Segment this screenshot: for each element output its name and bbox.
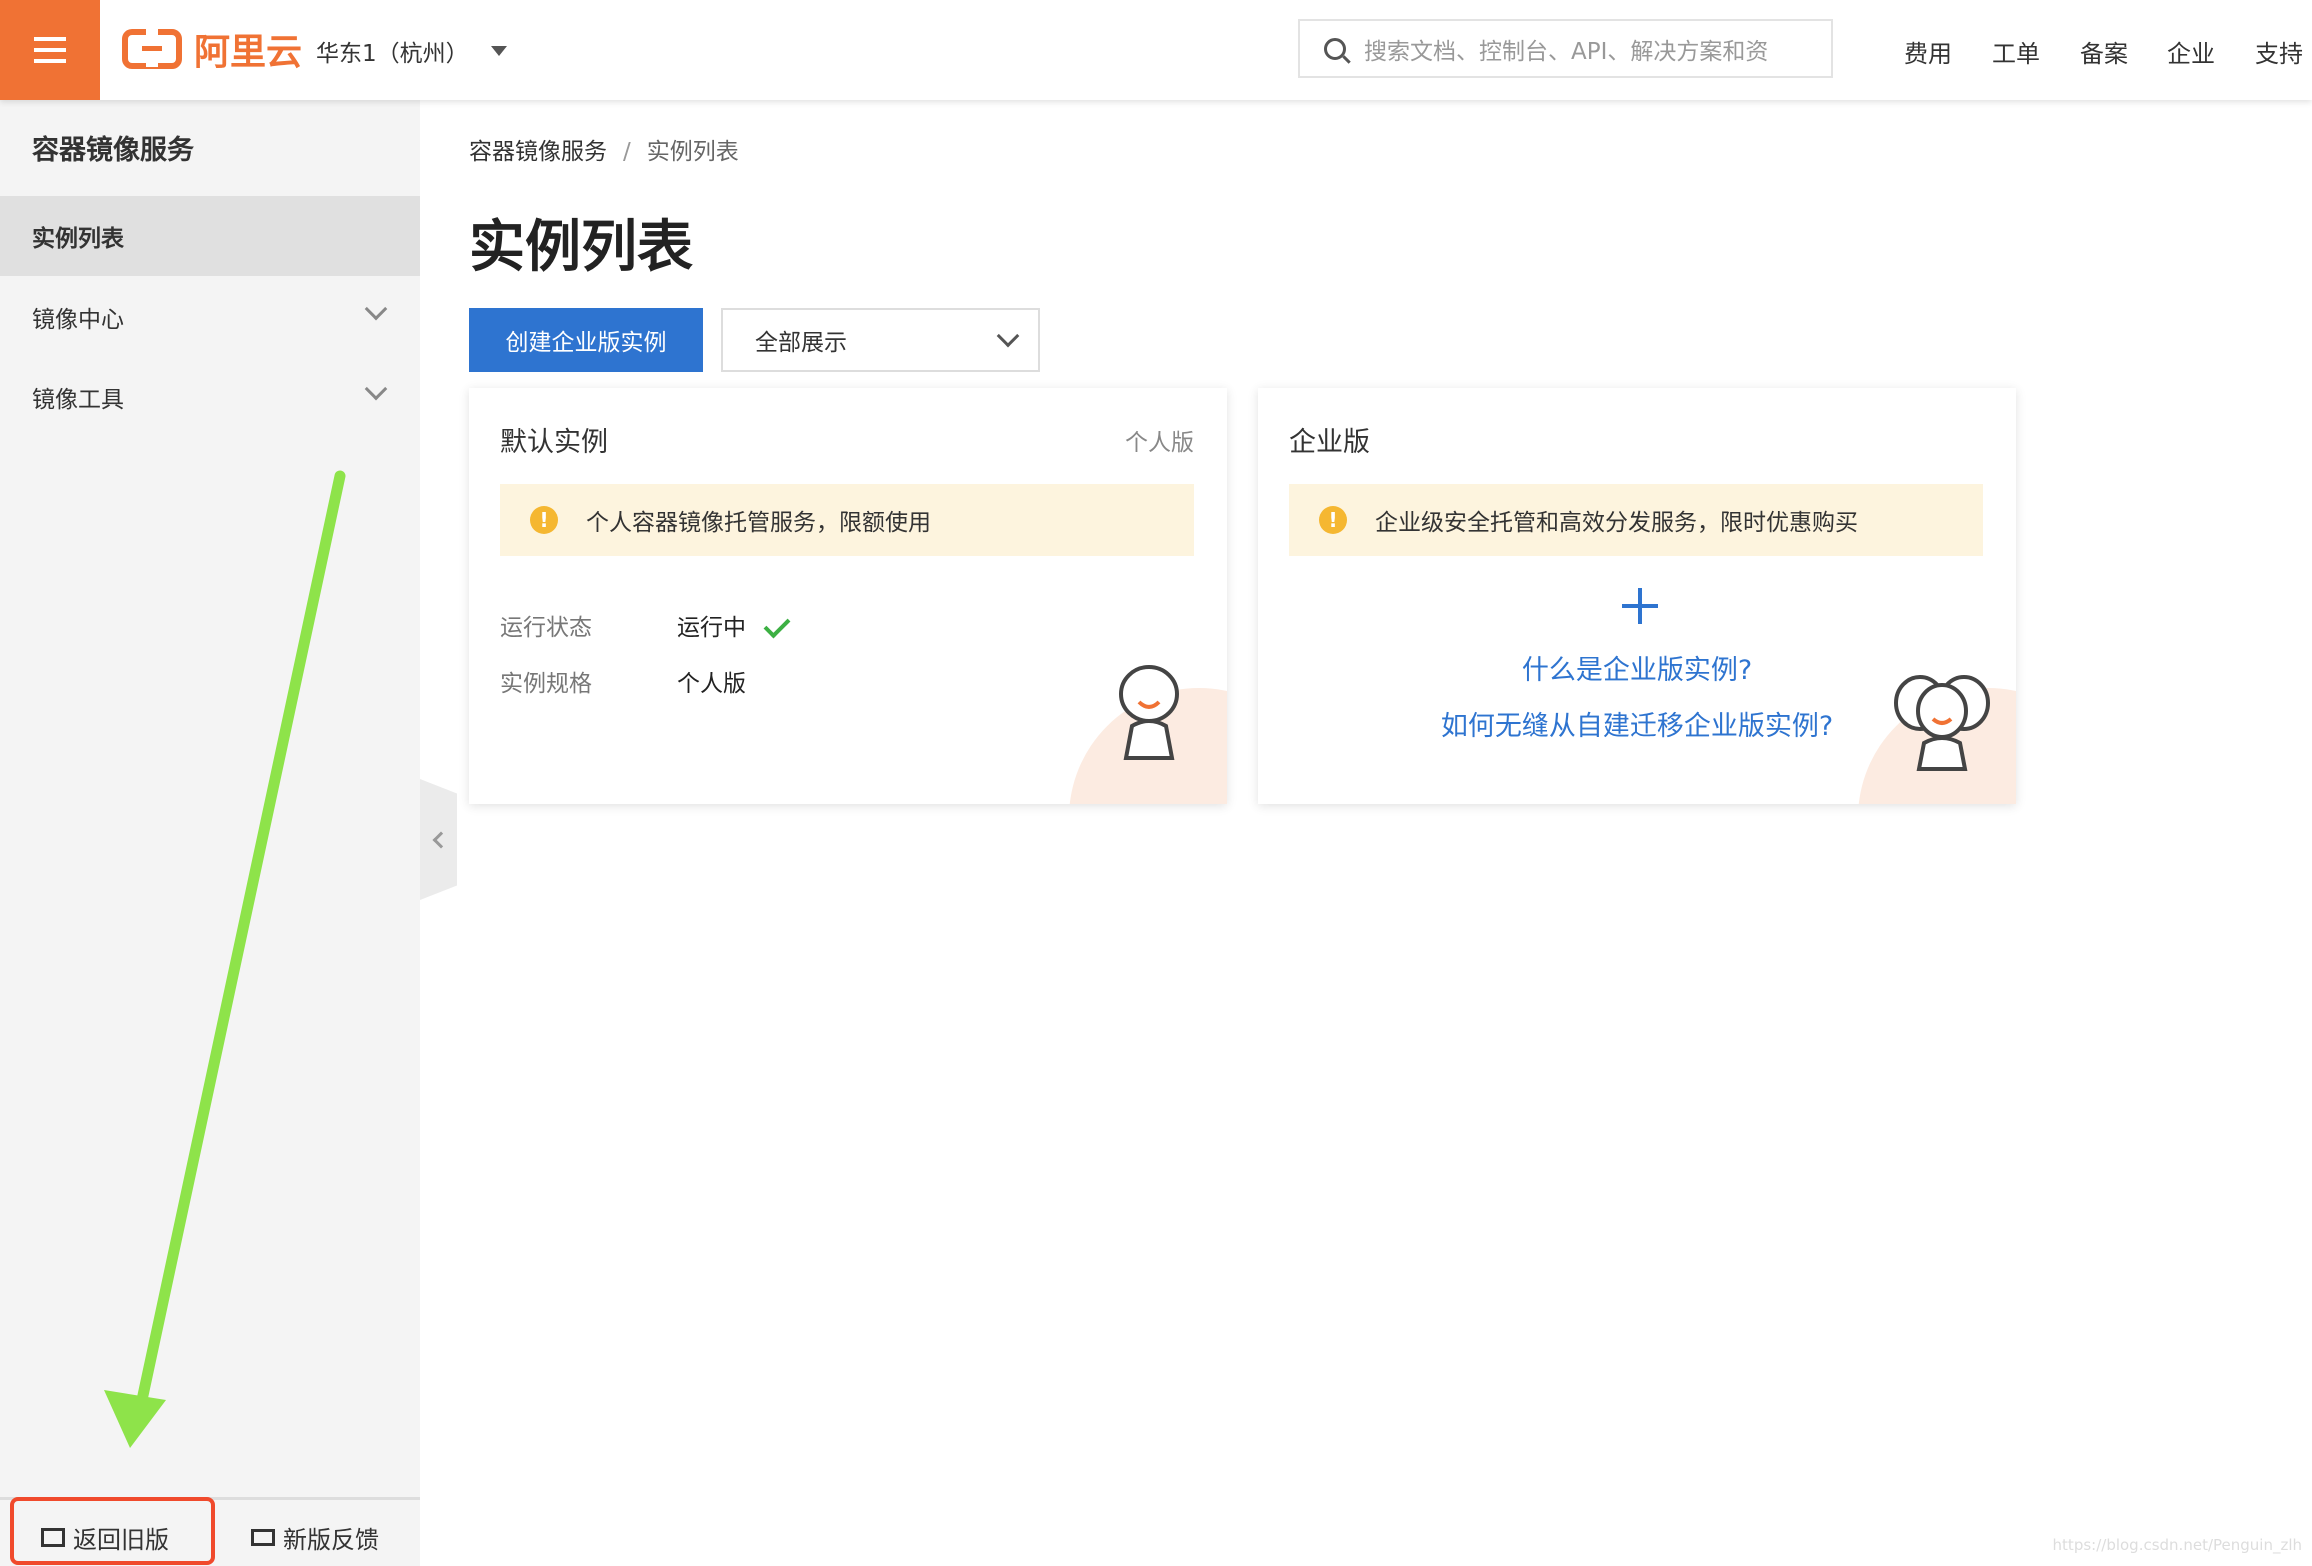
nav-filing[interactable]: 备案: [2080, 34, 2128, 69]
chevron-down-icon: [996, 324, 1020, 348]
breadcrumb-link[interactable]: 容器镜像服务: [469, 139, 607, 165]
breadcrumb-current: 实例列表: [646, 139, 739, 165]
nav-fees[interactable]: 费用: [1904, 34, 1952, 69]
person-icon: [1119, 665, 1179, 760]
chevron-left-icon: [432, 831, 449, 848]
watermark: https://blog.csdn.net/Penguin_zlh: [2052, 1536, 2302, 1554]
search-icon: [1324, 37, 1346, 60]
arrow-head: [104, 1390, 166, 1448]
annotation-arrow: [104, 470, 346, 1448]
breadcrumb-separator: /: [623, 139, 631, 165]
group-icon: [1894, 675, 1990, 771]
sidebar-collapse-handle[interactable]: [420, 779, 457, 900]
check-icon: [763, 611, 791, 639]
hamburger-icon: [34, 37, 66, 63]
nav-tickets[interactable]: 工单: [1992, 34, 2040, 69]
aliyun-logo[interactable]: 阿里云: [122, 26, 303, 73]
arrow-shaft: [136, 470, 346, 1406]
filter-select[interactable]: 全部展示: [721, 308, 1040, 372]
alert-text: 个人容器镜像托管服务，限额使用: [586, 510, 931, 536]
logo-text: 阿里云: [194, 32, 303, 73]
search-placeholder: 搜索文档、控制台、API、解决方案和资: [1364, 38, 1769, 65]
status-label: 运行状态: [500, 615, 592, 641]
default-instance-card[interactable]: 默认实例 个人版 ! 个人容器镜像托管服务，限额使用 运行状态 运行中 实例规格 …: [469, 388, 1227, 804]
page-title: 实例列表: [469, 215, 693, 280]
plus-icon[interactable]: [1622, 588, 1658, 624]
card-tag: 个人版: [1125, 430, 1194, 456]
spec-label: 实例规格: [500, 671, 592, 697]
breadcrumb: 容器镜像服务 / 实例列表: [469, 132, 739, 166]
warning-icon: !: [1319, 506, 1347, 534]
nav-enterprise[interactable]: 企业: [2167, 34, 2215, 69]
warning-icon: !: [530, 506, 558, 534]
logo-mark-icon: [122, 27, 182, 69]
caret-down-icon: [490, 46, 507, 56]
search-input[interactable]: 搜索文档、控制台、API、解决方案和资: [1298, 19, 1833, 78]
card-title: 默认实例: [500, 427, 608, 458]
nav-support[interactable]: 支持: [2255, 34, 2303, 69]
status-value: 运行中: [677, 608, 791, 642]
region-selector[interactable]: 华东1（杭州）: [316, 34, 507, 68]
status-text: 运行中: [677, 615, 746, 641]
info-alert: ! 企业级安全托管和高效分发服务，限时优惠购买: [1289, 484, 1983, 556]
create-enterprise-instance-button[interactable]: 创建企业版实例: [469, 308, 703, 372]
enterprise-card[interactable]: 企业版 ! 企业级安全托管和高效分发服务，限时优惠购买 什么是企业版实例? 如何无…: [1258, 388, 2016, 804]
info-alert: ! 个人容器镜像托管服务，限额使用: [500, 484, 1194, 556]
top-header: 阿里云 华东1（杭州） 搜索文档、控制台、API、解决方案和资 费用 工单 备案…: [0, 0, 2312, 100]
filter-value: 全部展示: [755, 330, 847, 356]
alert-text: 企业级安全托管和高效分发服务，限时优惠购买: [1375, 510, 1858, 536]
card-title: 企业版: [1289, 427, 1370, 458]
region-label: 华东1（杭州）: [316, 41, 469, 67]
spec-value: 个人版: [677, 671, 746, 697]
menu-button[interactable]: [0, 0, 100, 100]
